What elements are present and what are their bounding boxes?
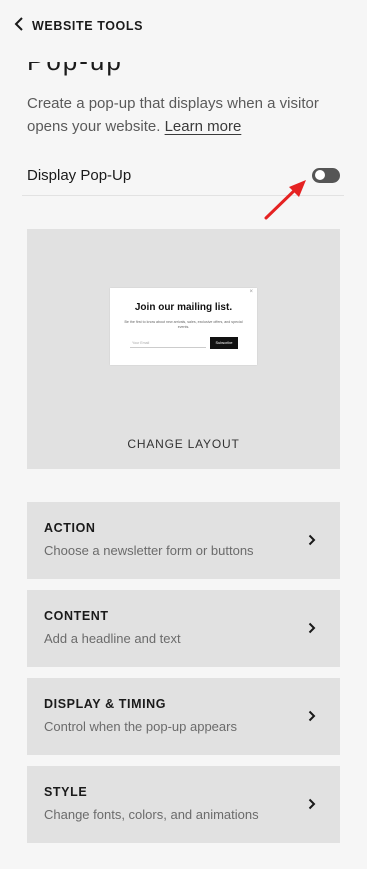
chevron-left-icon	[14, 16, 24, 36]
option-description: Choose a newsletter form or buttons	[44, 543, 254, 558]
chevron-right-icon	[308, 534, 316, 546]
option-description: Add a headline and text	[44, 631, 181, 646]
change-layout-card[interactable]: × Join our mailing list. Be the first to…	[27, 229, 340, 469]
option-content[interactable]: CONTENT Add a headline and text	[27, 590, 340, 667]
annotation-arrow-icon	[264, 180, 306, 220]
option-title: STYLE	[44, 785, 88, 799]
option-description: Control when the pop-up appears	[44, 719, 237, 734]
chevron-right-icon	[308, 622, 316, 634]
option-description: Change fonts, colors, and animations	[44, 807, 259, 822]
toggle-knob	[315, 170, 325, 180]
back-button-label: WEBSITE TOOLS	[32, 19, 144, 33]
preview-headline: Join our mailing list.	[134, 302, 233, 313]
preview-close-icon: ×	[249, 289, 253, 295]
back-button[interactable]: WEBSITE TOOLS	[14, 16, 144, 36]
option-title: ACTION	[44, 521, 96, 535]
option-style[interactable]: STYLE Change fonts, colors, and animatio…	[27, 766, 340, 843]
preview-subtext: Be the first to know about new arrivals,…	[124, 320, 243, 329]
preview-subscribe-button: Subscribe	[210, 337, 238, 349]
page-description: Create a pop-up that displays when a vis…	[27, 92, 347, 138]
panel-header: WEBSITE TOOLS	[0, 0, 367, 52]
option-display-timing[interactable]: DISPLAY & TIMING Control when the pop-up…	[27, 678, 340, 755]
option-title: CONTENT	[44, 609, 109, 623]
preview-email-input: Your Email	[130, 338, 206, 348]
change-layout-label: CHANGE LAYOUT	[127, 437, 240, 451]
chevron-right-icon	[308, 798, 316, 810]
option-title: DISPLAY & TIMING	[44, 697, 167, 711]
display-popup-toggle[interactable]	[312, 167, 340, 183]
learn-more-link[interactable]: Learn more	[165, 118, 242, 135]
page-title: Pop-up	[27, 62, 347, 76]
popup-preview: × Join our mailing list. Be the first to…	[110, 288, 257, 365]
option-action[interactable]: ACTION Choose a newsletter form or butto…	[27, 502, 340, 579]
chevron-right-icon	[308, 710, 316, 722]
display-popup-label: Display Pop-Up	[27, 166, 132, 184]
